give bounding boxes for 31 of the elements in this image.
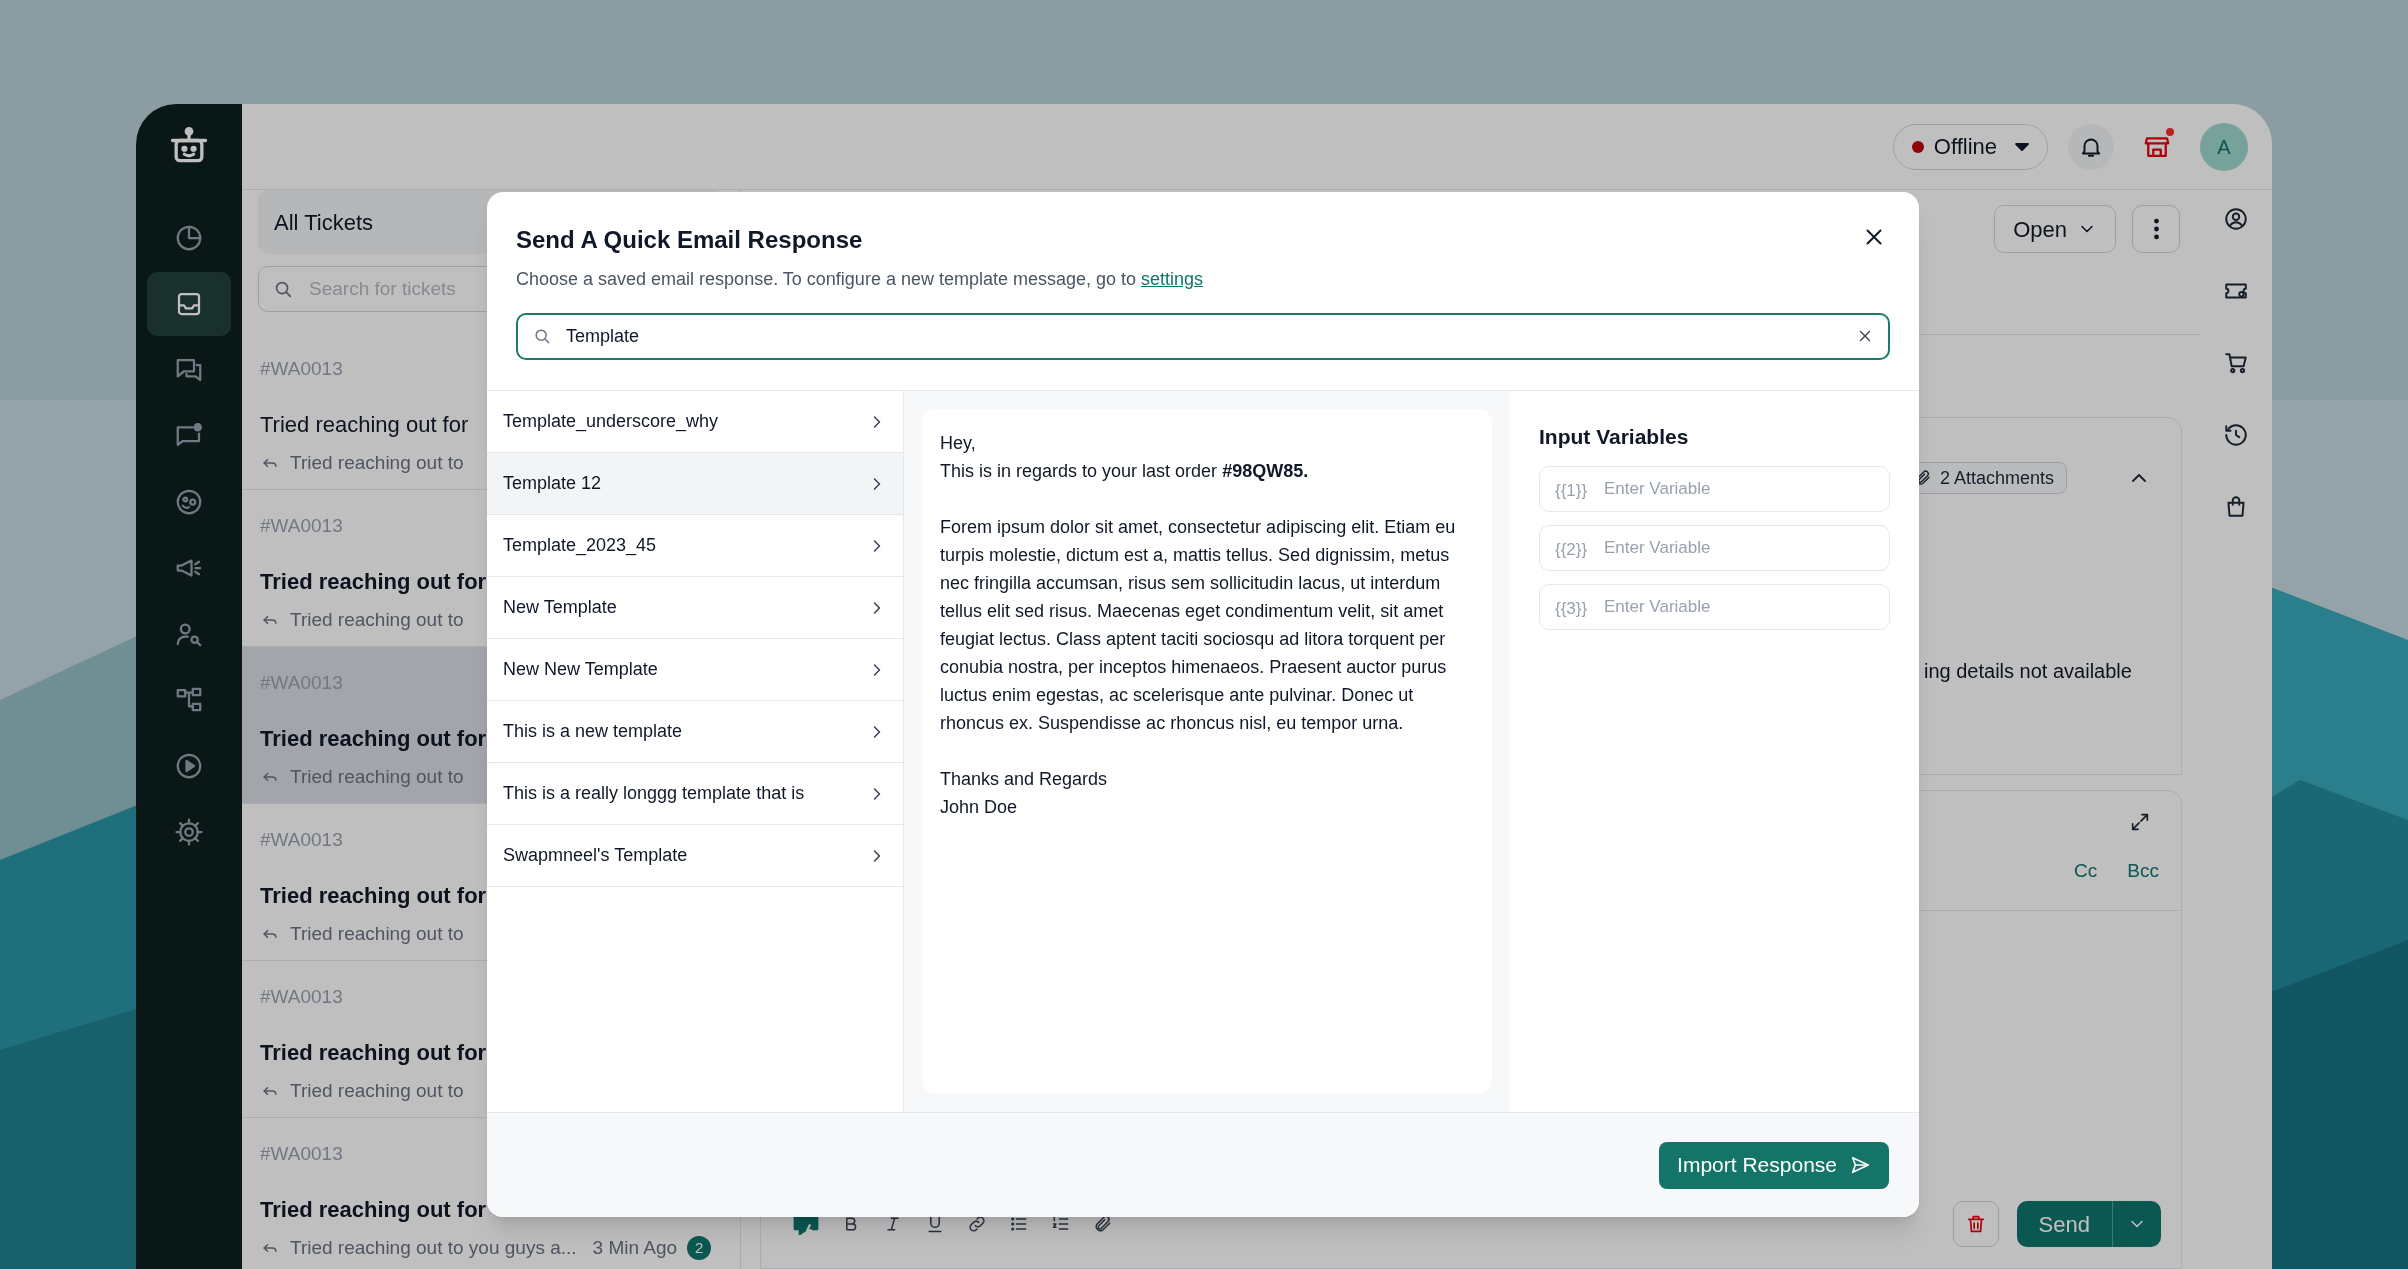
ticket-id: #WA0013: [260, 514, 343, 538]
preview-text: John Doe: [940, 796, 1019, 819]
modal-subtitle: Choose a saved email response. To configure a new template message, go to settings: [516, 268, 1205, 291]
ticket-id: #WA0013: [260, 357, 343, 381]
ticket-title: Tried reaching out for: [260, 1038, 487, 1067]
ticket-preview: Tried reaching out to you guys a...: [290, 1235, 577, 1260]
ticket-title: Tried reaching out for: [260, 724, 487, 753]
ticket-preview: Tried reaching out to: [290, 764, 464, 789]
ticket-id: #WA0013: [260, 828, 343, 852]
ticket-preview: Tried reaching out to: [290, 921, 464, 946]
variable-prefix: {{1}}: [1555, 479, 1588, 502]
ticket-id: #WA0013: [260, 985, 343, 1009]
ticket-preview: Tried reaching out to: [290, 1078, 464, 1103]
ticket-title: Tried reaching out for: [260, 410, 469, 439]
ticket-preview: Tried reaching out to: [290, 450, 464, 475]
notice-text: ing details not available: [1924, 660, 2132, 682]
unread-count: 2: [687, 1235, 712, 1260]
ticket-id: #WA0013: [260, 1142, 343, 1166]
preview-text: This is in regards to your last order #98QW85.: [940, 460, 1310, 483]
ticket-title: Tried reaching out for: [260, 567, 487, 596]
ticket-time: 3 Min Ago: [592, 1235, 678, 1260]
variables-title: Input Variables: [1539, 424, 1690, 450]
variable-prefix: {{3}}: [1555, 597, 1588, 620]
preview-text: Thanks and Regards: [940, 768, 1109, 791]
ticket-title: Tried reaching out for: [260, 1195, 487, 1224]
preview-text: Hey,: [940, 432, 977, 455]
variable-prefix: {{2}}: [1555, 538, 1588, 561]
ticket-preview: Tried reaching out to: [290, 607, 464, 632]
preview-text: Forem ipsum dolor sit amet, consectetur adipiscing elit. Etiam eu turpis molestie, dictum est a, mattis tellus. Sed dignissim, metus nec fringilla accumsan, risus sem sollicitudin lacus, ut interdum tellus elit sed risus. Maecenas eget condimentum velit, sit amet feugiat lectus. Class aptent taciti sociosqu ad litora torquent per conubia nostra, per inceptos himenaeos. Praesent auctor purus luctus enim egestas, ac scelerisque ante pulvinar. Donec ut rhoncus ex. Suspendisse ac rhoncus nisl, eu tempor urna.: [940, 516, 1457, 735]
modal-title: Send A Quick Email Response: [516, 225, 863, 255]
ticket-title: Tried reaching out for: [260, 881, 487, 910]
